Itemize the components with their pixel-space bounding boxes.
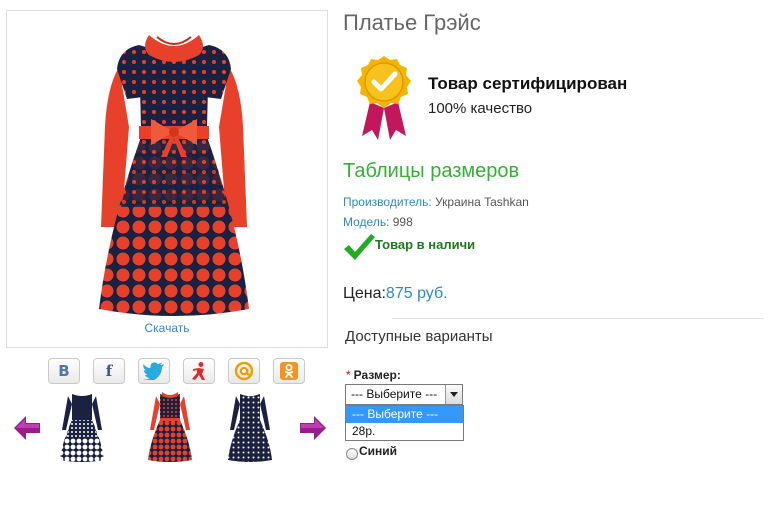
size-option[interactable]: 28р. <box>346 423 463 440</box>
dress-image <box>99 35 249 316</box>
share-mailru-button[interactable] <box>228 358 260 384</box>
arrow-right-icon[interactable] <box>300 416 326 440</box>
odnoklassniki-icon <box>280 362 298 380</box>
certificate-subtitle: 100% качество <box>428 100 533 117</box>
size-dropdown-list: --- Выберите --- 28р. <box>345 405 464 441</box>
share-vk-button[interactable]: В <box>48 358 80 384</box>
size-option[interactable]: --- Выберите --- <box>346 406 463 423</box>
model-value: 998 <box>389 215 413 229</box>
twitter-icon <box>143 362 164 380</box>
divider <box>392 318 764 319</box>
model-label: Модель: <box>343 215 390 229</box>
share-twitter-button[interactable] <box>138 358 170 384</box>
checkmark-icon <box>344 234 375 260</box>
share-facebook-button[interactable]: f <box>93 358 125 384</box>
size-label: * Размер: <box>346 368 401 382</box>
thumbnail-image[interactable] <box>226 390 274 462</box>
chevron-down-icon[interactable] <box>445 385 462 404</box>
thumbnail-image[interactable] <box>58 390 106 462</box>
thumbnail-image[interactable] <box>146 390 194 462</box>
manufacturer-line: Производитель: Украина Tashkan <box>343 195 529 209</box>
share-odnoklassniki-button[interactable] <box>273 358 305 384</box>
model-line: Модель: 998 <box>343 215 413 229</box>
size-label-text: Размер: <box>353 368 401 382</box>
price-value: 875 руб. <box>385 285 448 302</box>
certificate-title: Товар сертифицирован <box>428 74 628 93</box>
product-title: Платье Грэйс <box>343 10 481 35</box>
stock-status: Товар в наличи <box>375 237 476 252</box>
main-product-image[interactable]: Скачать <box>6 10 328 348</box>
moikrug-icon <box>192 362 205 380</box>
size-select[interactable]: --- Выберите --- <box>345 384 463 405</box>
mailru-icon <box>234 361 254 381</box>
size-table-link[interactable]: Таблицы размеров <box>343 160 519 183</box>
facebook-icon: f <box>105 362 113 380</box>
manufacturer-value: Украина Tashkan <box>431 195 529 209</box>
arrow-left-icon[interactable] <box>14 416 40 440</box>
required-mark: * <box>346 368 351 382</box>
share-moikrug-button[interactable] <box>183 358 215 384</box>
color-radio[interactable] <box>346 448 358 460</box>
thumbnail-carousel <box>12 390 332 466</box>
manufacturer-label[interactable]: Производитель: <box>343 195 432 209</box>
price-label: Цена: <box>343 285 386 302</box>
price-row: Цена:875 руб. <box>343 285 448 303</box>
color-option-label: Синий <box>359 444 398 458</box>
options-title: Доступные варианты <box>345 328 493 345</box>
certificate-badge-icon <box>357 56 411 140</box>
download-link[interactable]: Скачать <box>7 321 327 335</box>
vk-icon: В <box>58 362 70 380</box>
social-share-row: В f <box>48 358 305 384</box>
size-select-value: --- Выберите --- <box>351 387 438 401</box>
